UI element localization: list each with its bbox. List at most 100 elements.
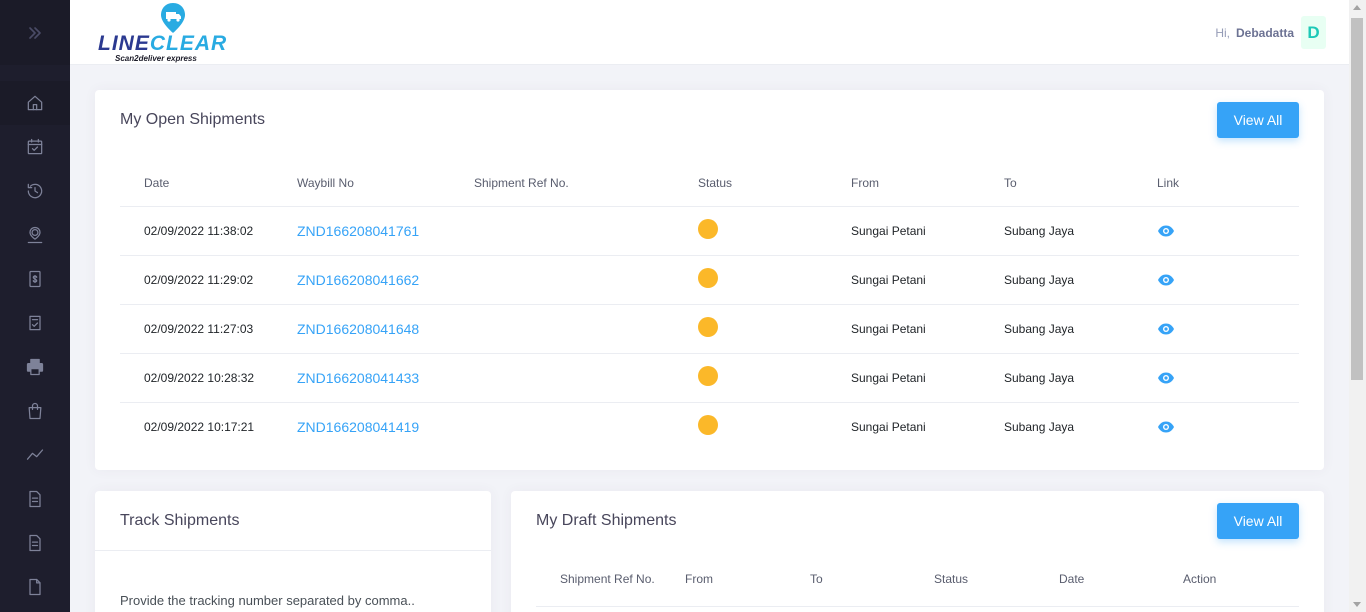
greeting: Hi,	[1215, 25, 1230, 40]
sidebar-item-manifest[interactable]	[0, 301, 70, 345]
calendar-check-icon	[27, 138, 43, 155]
eye-icon[interactable]	[1157, 225, 1299, 237]
user-location-icon	[27, 226, 43, 244]
scroll-down-icon[interactable]	[1353, 602, 1361, 607]
eye-icon[interactable]	[1157, 372, 1299, 384]
column-header-to[interactable]: To	[1004, 160, 1157, 207]
waybill-link[interactable]: ZND166208041761	[297, 223, 419, 239]
sidebar-item-statements[interactable]	[0, 521, 70, 565]
cell-from: Sungai Petani	[851, 206, 1004, 256]
sidebar-item-bookings[interactable]	[0, 125, 70, 169]
table-row: 02/09/2022 11:29:02 ZND166208041662 Sung…	[120, 255, 1299, 305]
cell-from: Sungai Petani	[851, 304, 1004, 354]
table-row: 02/09/2022 10:28:32 ZND166208041433 Sung…	[120, 353, 1299, 403]
status-indicator	[698, 219, 718, 239]
cell-date: 02/09/2022 11:29:02	[120, 255, 297, 305]
cell-to: Subang Jaya	[1004, 255, 1157, 305]
file-export-icon	[29, 578, 41, 596]
cell-date: 02/09/2022 10:28:32	[120, 353, 297, 403]
brand-clear: CLEAR	[149, 32, 228, 55]
cell-status	[698, 206, 851, 256]
home-icon	[27, 95, 43, 111]
draft-shipments-title: My Draft Shipments	[536, 512, 677, 529]
table-header-row: Date Waybill No Shipment Ref No. Status …	[120, 160, 1299, 207]
cell-date: 02/09/2022 10:17:21	[144, 419, 255, 434]
sidebar-toggle[interactable]	[0, 0, 70, 65]
page-scrollbar[interactable]	[1349, 0, 1366, 612]
cell-waybill: ZND166208041662	[297, 255, 474, 305]
scrollbar-thumb[interactable]	[1351, 18, 1363, 380]
waybill-link[interactable]: ZND166208041433	[297, 370, 419, 386]
eye-icon[interactable]	[1157, 274, 1299, 286]
document-icon	[29, 490, 41, 508]
cell-to: Subang Jaya	[1004, 206, 1157, 256]
cell-date: 02/09/2022 11:38:02	[120, 206, 297, 256]
column-header-date[interactable]: Date	[120, 160, 297, 207]
open-shipments-view-all-button[interactable]: View All	[1217, 102, 1299, 138]
sidebar-item-address[interactable]	[0, 213, 70, 257]
track-shipments-card: Track Shipments	[95, 491, 491, 612]
cell-link	[1157, 402, 1299, 451]
column-header-from[interactable]: From	[685, 572, 713, 586]
cell-to: Subang Jaya	[1004, 353, 1157, 403]
sidebar-item-reports[interactable]	[0, 433, 70, 477]
sidebar-item-invoices[interactable]	[0, 257, 70, 301]
receipt-icon	[29, 270, 41, 288]
cell-status	[698, 402, 851, 451]
cell-ref	[474, 304, 698, 354]
history-icon	[27, 183, 43, 199]
status-indicator	[698, 415, 718, 436]
column-header-ref[interactable]: Shipment Ref No.	[474, 160, 698, 207]
cell-ref	[474, 353, 698, 403]
cell-to: Subang Jaya	[1004, 304, 1157, 354]
cell-link	[1157, 353, 1299, 403]
truck-logo-icon	[161, 3, 185, 33]
cell-waybill: ZND166208041761	[297, 206, 474, 256]
waybill-link[interactable]: ZND166208041662	[297, 272, 419, 288]
brand-line: LINE	[98, 32, 150, 55]
open-shipments-card: My Open Shipments View All Date Waybill …	[95, 90, 1324, 470]
sidebar-item-print[interactable]	[0, 345, 70, 389]
avatar[interactable]: D	[1301, 16, 1326, 49]
column-header-waybill[interactable]: Waybill No	[297, 160, 474, 207]
sidebar-item-dashboard[interactable]	[0, 81, 70, 125]
cell-from: Sungai Petani	[851, 353, 1004, 403]
scroll-up-icon[interactable]	[1353, 5, 1361, 10]
status-indicator	[698, 268, 718, 288]
column-header-status[interactable]: Status	[698, 160, 851, 207]
cell-link	[1157, 255, 1299, 305]
draft-shipments-view-all-button[interactable]: View All	[1217, 503, 1299, 539]
cell-from: Sungai Petani	[851, 419, 926, 434]
user-menu[interactable]: Hi, Debadatta D	[1215, 16, 1326, 49]
printer-icon	[26, 358, 44, 376]
cell-to: Subang Jaya	[1004, 419, 1075, 434]
track-shipments-title: Track Shipments	[120, 512, 240, 529]
cell-status	[698, 353, 851, 403]
user-name: Debadatta	[1235, 25, 1294, 40]
cell-ref	[474, 255, 698, 305]
column-header-from[interactable]: From	[851, 160, 1004, 207]
column-header-action[interactable]: Action	[1183, 572, 1216, 586]
draft-table-header: Shipment Ref No. From To Status Date Act…	[536, 559, 1299, 607]
eye-icon[interactable]	[1157, 421, 1299, 433]
sidebar-item-export[interactable]	[0, 565, 70, 609]
eye-icon[interactable]	[1157, 323, 1299, 335]
column-header-date[interactable]: Date	[1059, 572, 1084, 586]
column-header-status[interactable]: Status	[934, 572, 968, 586]
waybill-link[interactable]: ZND166208041648	[297, 321, 419, 337]
sidebar	[0, 0, 70, 612]
cell-date: 02/09/2022 11:27:03	[120, 304, 297, 354]
cell-status	[698, 304, 851, 354]
tracking-number-input[interactable]	[120, 589, 466, 612]
card-divider	[95, 550, 491, 551]
sidebar-item-orders[interactable]	[0, 389, 70, 433]
sidebar-item-documents[interactable]	[0, 477, 70, 521]
brand-logo[interactable]: LINECLEAR Scan2deliver express	[98, 2, 250, 63]
column-header-ref[interactable]: Shipment Ref No.	[560, 572, 655, 586]
column-header-to[interactable]: To	[810, 572, 823, 586]
cell-waybill: ZND166208041433	[297, 353, 474, 403]
column-header-link[interactable]: Link	[1157, 160, 1299, 207]
waybill-link[interactable]: ZND166208041419	[297, 419, 419, 435]
clipboard-check-icon	[29, 315, 41, 331]
sidebar-item-history[interactable]	[0, 169, 70, 213]
